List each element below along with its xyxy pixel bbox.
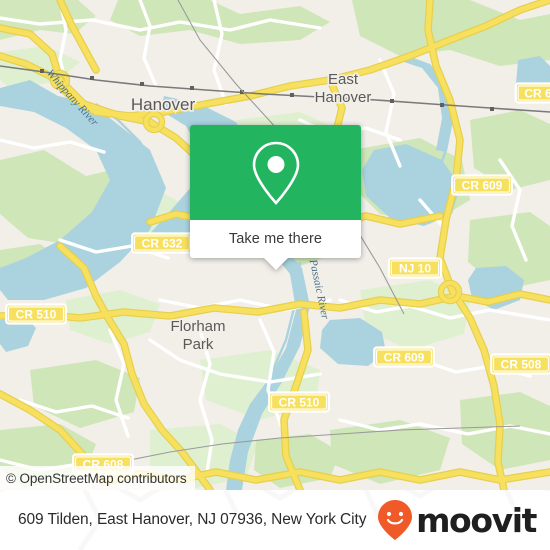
route-shield: NJ 10 [387, 257, 443, 279]
route-shield-label: CR 609 [462, 178, 503, 192]
moovit-pin-icon [378, 500, 413, 540]
route-shield-label: CR 609 [384, 350, 425, 364]
map-place-label: Hanover [131, 95, 196, 114]
map-screenshot: Hanover Hanover East East Hanover Hanover Flor… [0, 0, 550, 550]
take-me-there-button[interactable]: Take me there [190, 220, 361, 258]
map-place-label: Hanover [315, 89, 372, 106]
footer-bar: 609 Tilden, East Hanover, NJ 07936, New … [0, 490, 550, 550]
map-place-label: East [328, 71, 359, 88]
route-shield: CR 632 [131, 232, 193, 254]
route-shield: CR 609 [373, 346, 435, 368]
take-me-there-label: Take me there [228, 231, 323, 247]
route-shield-label: CR 6 [524, 86, 550, 100]
map-pin-icon [252, 141, 299, 205]
popup-header [190, 125, 361, 220]
map-marker-popup[interactable]: Take me there [190, 125, 361, 270]
address-label: 609 Tilden, East Hanover, NJ 07936, New … [18, 511, 367, 528]
route-shield-label: CR 632 [142, 236, 183, 250]
route-shield-label: CR 510 [16, 307, 57, 321]
attribution-text: © OpenStreetMap contributors [6, 470, 187, 486]
popup-tail [263, 258, 288, 270]
osm-attribution[interactable]: © OpenStreetMap contributors [0, 466, 195, 490]
route-shield: CR 6 [514, 82, 550, 104]
route-shield-label: CR 508 [501, 357, 542, 371]
route-shield: CR 609 [451, 174, 513, 196]
route-shield: CR 508 [490, 353, 550, 375]
route-shield: CR 510 [5, 303, 67, 325]
moovit-logo[interactable]: moovit [378, 500, 537, 540]
route-shield-label: CR 510 [279, 395, 320, 409]
route-shield-label: NJ 10 [399, 261, 431, 275]
map-place-label: Park [183, 336, 214, 353]
moovit-wordmark: moovit [416, 500, 537, 540]
map-place-label: Florham [170, 318, 225, 335]
route-shield: CR 510 [268, 391, 330, 413]
